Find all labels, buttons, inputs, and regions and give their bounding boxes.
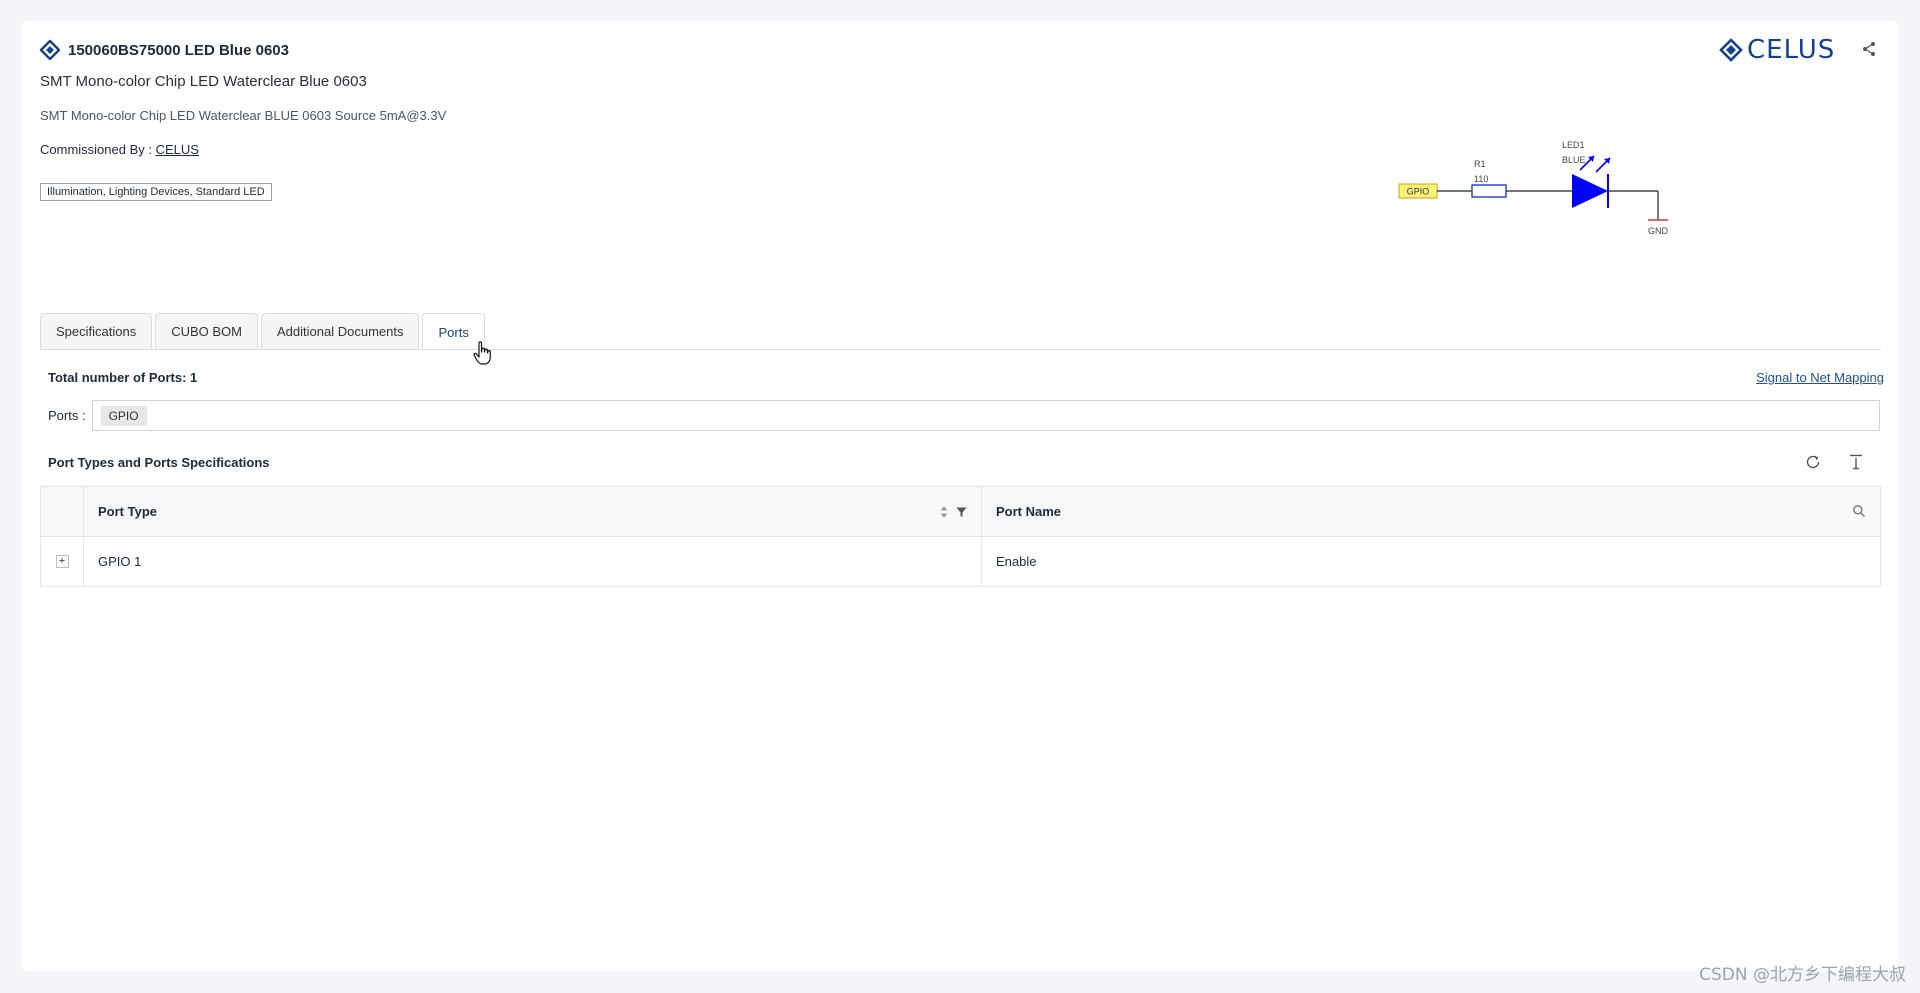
search-icon[interactable] (1852, 504, 1866, 518)
column-label: Port Name (996, 504, 1062, 519)
tab-additional-documents[interactable]: Additional Documents (261, 313, 420, 349)
total-ports-count: Total number of Ports: 1 (48, 370, 198, 385)
expand-cell: + (41, 537, 84, 586)
diamond-logo-icon (40, 40, 60, 60)
category-tag: Illumination, Lighting Devices, Standard… (40, 183, 272, 201)
brand-logo: CELUS (1719, 35, 1835, 65)
commissioned-by: Commissioned By : CELUS (40, 142, 199, 157)
resistor-ref: R1 (1474, 159, 1486, 169)
commissioned-link[interactable]: CELUS (156, 142, 199, 157)
schematic-diagram: GPIO R1 110 LED1 BLUE GND (1398, 140, 1669, 236)
port-spec-title: Port Types and Ports Specifications (48, 455, 270, 470)
table-header: Port Type Port Name (41, 487, 1880, 537)
brand-name: CELUS (1747, 35, 1836, 65)
port-name-cell: Enable (996, 554, 1037, 569)
led-value: BLUE (1562, 155, 1586, 165)
page-title: 150060BS75000 LED Blue 0603 (68, 41, 289, 59)
ground-label: GND (1648, 226, 1669, 236)
column-label: Port Type (98, 504, 157, 519)
hand-cursor-icon (472, 340, 494, 366)
celus-diamond-icon (1719, 38, 1743, 62)
header-expand-cell (41, 487, 84, 536)
title-row: 150060BS75000 LED Blue 0603 (40, 40, 289, 60)
port-spec-table: Port Type Port Name + GPIO 1 Enable (40, 486, 1881, 587)
sort-icon[interactable] (939, 504, 949, 520)
tab-specifications[interactable]: Specifications (40, 313, 153, 349)
part-detail-card: 150060BS75000 LED Blue 0603 SMT Mono-col… (22, 22, 1898, 970)
tab-cubo-bom[interactable]: CUBO BOM (155, 313, 259, 349)
header-port-name: Port Name (982, 487, 1880, 536)
gpio-port-label: GPIO (1407, 187, 1430, 197)
refresh-icon[interactable] (1804, 453, 1822, 471)
part-description: SMT Mono-color Chip LED Waterclear BLUE … (40, 108, 447, 123)
commissioned-label: Commissioned By : (40, 142, 152, 157)
ports-field-row: Ports : GPIO (48, 400, 1880, 431)
filter-icon[interactable] (956, 506, 967, 517)
table-row: + GPIO 1 Enable (41, 537, 1880, 586)
resistor-symbol (1471, 184, 1507, 198)
watermark: CSDN @北方乡下编程大叔 (1699, 965, 1906, 985)
resistor-value: 110 (1474, 174, 1488, 184)
signal-to-net-mapping-link[interactable]: Signal to Net Mapping (1756, 370, 1884, 385)
led-triangle (1572, 174, 1608, 208)
port-type-cell: GPIO 1 (84, 537, 982, 586)
led-ref: LED1 (1562, 140, 1585, 150)
expand-row-button[interactable]: + (55, 555, 69, 568)
port-chip-gpio[interactable]: GPIO (100, 405, 147, 426)
ports-label: Ports : (48, 408, 86, 423)
vertical-align-top-icon[interactable] (1847, 453, 1865, 471)
ports-field[interactable]: GPIO (91, 400, 1880, 431)
tab-bar: Specifications CUBO BOM Additional Docum… (40, 313, 485, 350)
header-port-type: Port Type (84, 487, 982, 536)
share-icon[interactable] (1860, 40, 1878, 58)
tab-divider (40, 349, 1881, 350)
part-subtitle: SMT Mono-color Chip LED Waterclear Blue … (40, 73, 367, 90)
